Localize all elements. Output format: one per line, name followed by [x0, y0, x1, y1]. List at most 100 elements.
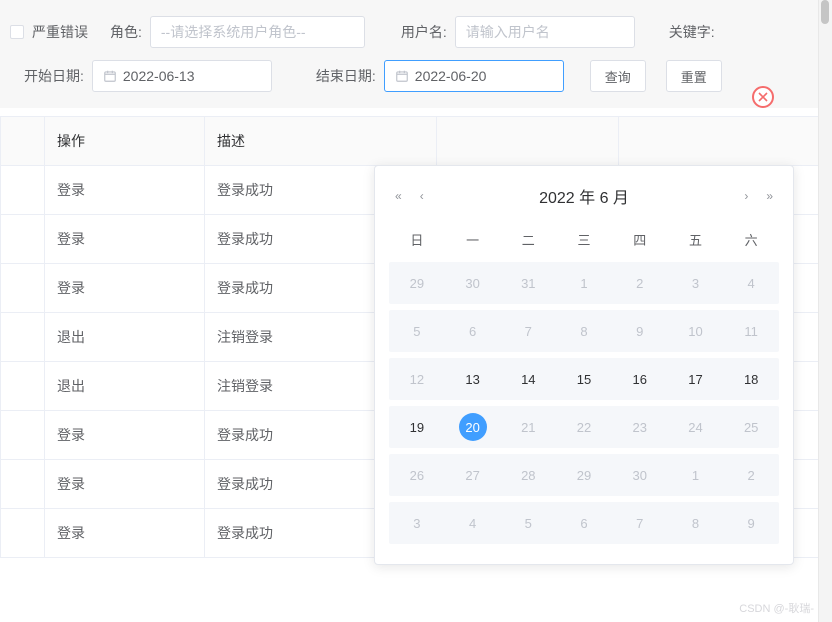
- col-time: [619, 117, 832, 166]
- calendar-title: 2022 年 6 月: [539, 184, 629, 208]
- date-picker-popup: « ‹ 2022 年 6 月 › » 日一二三四五六29303112345678…: [374, 165, 794, 565]
- calendar-day[interactable]: 18: [723, 358, 779, 400]
- cell-op: 登录: [45, 264, 205, 313]
- end-date-label: 结束日期:: [316, 66, 376, 86]
- calendar-icon: [395, 69, 409, 83]
- cell-blank: [1, 362, 45, 411]
- filter-bar: 严重错误 角色: 用户名: 关键字: 开始日期: 结束日期: 查询 重置: [0, 0, 832, 108]
- end-date-input[interactable]: [415, 68, 553, 84]
- scrollbar-track[interactable]: [818, 0, 832, 622]
- cell-blank: [1, 215, 45, 264]
- username-label: 用户名:: [401, 22, 447, 42]
- table-header-row: 操作 描述: [1, 117, 832, 166]
- reset-button[interactable]: 重置: [666, 60, 722, 92]
- username-field[interactable]: [455, 16, 635, 48]
- calendar-day[interactable]: 22: [556, 406, 612, 448]
- cell-blank: [1, 264, 45, 313]
- calendar-day[interactable]: 13: [445, 358, 501, 400]
- role-select[interactable]: [150, 16, 365, 48]
- calendar-day[interactable]: 6: [556, 502, 612, 544]
- col-blank: [1, 117, 45, 166]
- calendar-icon: [103, 69, 117, 83]
- query-button[interactable]: 查询: [590, 60, 646, 92]
- calendar-day[interactable]: 27: [445, 454, 501, 496]
- calendar-day[interactable]: 4: [723, 262, 779, 304]
- weekday-header: 五: [668, 222, 724, 256]
- calendar-day[interactable]: 20: [445, 406, 501, 448]
- cell-op: 登录: [45, 509, 205, 558]
- severe-error-label: 严重错误: [32, 22, 88, 42]
- calendar-day[interactable]: 5: [389, 310, 445, 352]
- calendar-day[interactable]: 12: [389, 358, 445, 400]
- role-label: 角色:: [110, 22, 142, 42]
- calendar-day[interactable]: 3: [668, 262, 724, 304]
- calendar-day[interactable]: 31: [500, 262, 556, 304]
- next-year-icon[interactable]: »: [766, 189, 773, 203]
- severe-error-checkbox[interactable]: [10, 25, 24, 39]
- prev-month-icon[interactable]: ‹: [420, 189, 424, 203]
- watermark: CSDN @-耿瑞-: [739, 600, 814, 616]
- calendar-day[interactable]: 10: [668, 310, 724, 352]
- cell-op: 退出: [45, 362, 205, 411]
- calendar-day[interactable]: 8: [556, 310, 612, 352]
- calendar-day[interactable]: 8: [668, 502, 724, 544]
- calendar-day[interactable]: 29: [389, 262, 445, 304]
- calendar-day[interactable]: 19: [389, 406, 445, 448]
- calendar-day[interactable]: 6: [445, 310, 501, 352]
- calendar-day[interactable]: 30: [445, 262, 501, 304]
- calendar-day[interactable]: 26: [389, 454, 445, 496]
- calendar-day[interactable]: 28: [500, 454, 556, 496]
- calendar-day[interactable]: 11: [723, 310, 779, 352]
- calendar-day[interactable]: 15: [556, 358, 612, 400]
- col-ip: [437, 117, 619, 166]
- cell-op: 登录: [45, 166, 205, 215]
- calendar-day[interactable]: 21: [500, 406, 556, 448]
- username-input[interactable]: [466, 24, 624, 40]
- calendar-day[interactable]: 23: [612, 406, 668, 448]
- calendar-day[interactable]: 9: [723, 502, 779, 544]
- calendar-day[interactable]: 7: [612, 502, 668, 544]
- calendar-day[interactable]: 25: [723, 406, 779, 448]
- col-op: 操作: [45, 117, 205, 166]
- weekday-header: 六: [723, 222, 779, 256]
- calendar-day[interactable]: 29: [556, 454, 612, 496]
- start-date-input[interactable]: [123, 68, 261, 84]
- col-desc: 描述: [205, 117, 437, 166]
- cell-op: 登录: [45, 460, 205, 509]
- start-date-field[interactable]: [92, 60, 272, 92]
- start-date-label: 开始日期:: [24, 66, 84, 86]
- role-input[interactable]: [161, 24, 354, 40]
- calendar-day[interactable]: 17: [668, 358, 724, 400]
- cell-op: 登录: [45, 411, 205, 460]
- cell-op: 退出: [45, 313, 205, 362]
- keyword-label: 关键字:: [669, 22, 715, 42]
- calendar-day[interactable]: 9: [612, 310, 668, 352]
- calendar-day[interactable]: 3: [389, 502, 445, 544]
- calendar-day[interactable]: 7: [500, 310, 556, 352]
- next-month-icon[interactable]: ›: [744, 189, 748, 203]
- cell-op: 登录: [45, 215, 205, 264]
- weekday-header: 二: [500, 222, 556, 256]
- close-icon[interactable]: [752, 86, 774, 108]
- weekday-header: 四: [612, 222, 668, 256]
- prev-year-icon[interactable]: «: [395, 189, 402, 203]
- weekday-header: 日: [389, 222, 445, 256]
- end-date-field[interactable]: [384, 60, 564, 92]
- calendar-day[interactable]: 14: [500, 358, 556, 400]
- calendar-day[interactable]: 16: [612, 358, 668, 400]
- scrollbar-thumb[interactable]: [821, 0, 829, 24]
- calendar-day[interactable]: 4: [445, 502, 501, 544]
- calendar-day[interactable]: 1: [668, 454, 724, 496]
- calendar-day[interactable]: 24: [668, 406, 724, 448]
- calendar-day[interactable]: 2: [723, 454, 779, 496]
- calendar-day[interactable]: 2: [612, 262, 668, 304]
- cell-blank: [1, 509, 45, 558]
- cell-blank: [1, 411, 45, 460]
- weekday-header: 三: [556, 222, 612, 256]
- calendar-day[interactable]: 5: [500, 502, 556, 544]
- cell-blank: [1, 313, 45, 362]
- cell-blank: [1, 166, 45, 215]
- cell-blank: [1, 460, 45, 509]
- calendar-day[interactable]: 30: [612, 454, 668, 496]
- calendar-day[interactable]: 1: [556, 262, 612, 304]
